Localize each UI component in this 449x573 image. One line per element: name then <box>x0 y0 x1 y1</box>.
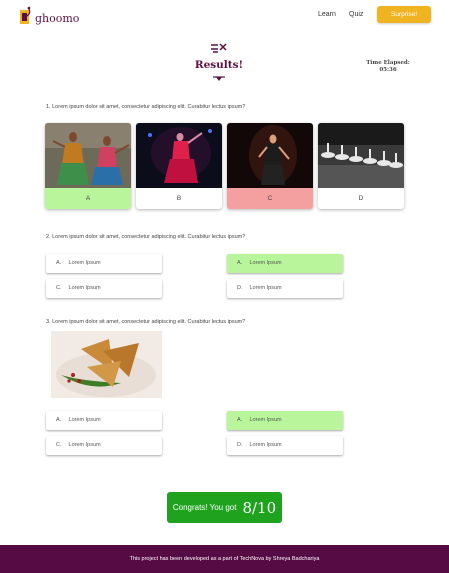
option-text: Lorem Ipsum <box>68 442 101 448</box>
option-text: Lorem Ipsum <box>249 417 282 423</box>
option-letter: A. <box>237 417 243 423</box>
question-3-text: 3. Lorem ipsum dolor sit amet, consectet… <box>46 319 246 325</box>
results-icon <box>211 43 227 53</box>
image-option-a[interactable]: A <box>45 123 131 209</box>
image-option-c[interactable]: C <box>227 123 313 209</box>
option-letter: A. <box>56 260 62 266</box>
time-elapsed-value: 05:36 <box>379 67 397 73</box>
image-option-label: D <box>358 195 364 202</box>
dance-photo-d <box>318 123 404 188</box>
time-elapsed-label: Time Elapsed: <box>366 60 410 66</box>
option-letter: A. <box>56 417 62 423</box>
option-text: Lorem Ipsum <box>249 260 282 266</box>
surprise-button[interactable]: Surprise! <box>377 6 431 23</box>
footer: This project has been developed as a par… <box>0 545 449 573</box>
score-banner: Congrats! You got 8/10 <box>167 492 282 523</box>
score-value: 8/10 <box>242 498 277 517</box>
option-text: Lorem Ipsum <box>68 285 101 291</box>
question-1-text: 1. Lorem ipsum dolor sit amet, consectet… <box>46 104 246 110</box>
time-elapsed: Time Elapsed: 05:36 <box>360 60 416 74</box>
q3-option-a[interactable]: A. Lorem Ipsum <box>46 411 162 430</box>
q3-option-c[interactable]: C. Lorem Ipsum <box>46 436 162 455</box>
dance-photo-c <box>227 123 313 188</box>
option-text: Lorem Ipsum <box>68 260 101 266</box>
nav-learn[interactable]: Learn <box>318 11 336 18</box>
nav-quiz[interactable]: Quiz <box>349 11 363 18</box>
caret-down-icon <box>213 76 225 81</box>
image-option-d[interactable]: D <box>318 123 404 209</box>
question-2-text: 2. Lorem ipsum dolor sit amet, consectet… <box>46 234 246 240</box>
option-letter: D. <box>237 442 243 448</box>
q2-option-a[interactable]: A. Lorem Ipsum <box>46 254 162 273</box>
option-text: Lorem Ipsum <box>68 417 101 423</box>
option-letter: D. <box>237 285 243 291</box>
option-letter: A. <box>237 260 243 266</box>
q3-option-d[interactable]: D. Lorem Ipsum <box>227 436 343 455</box>
image-option-label: B <box>176 195 182 202</box>
samosa-photo <box>51 331 162 398</box>
brand-name: ghoomo <box>35 11 80 25</box>
footer-text: This project has been developed as a par… <box>129 556 320 562</box>
image-option-b[interactable]: B <box>136 123 222 209</box>
image-option-label: A <box>45 188 131 209</box>
score-message: Congrats! You got <box>172 503 237 512</box>
option-text: Lorem Ipsum <box>249 442 282 448</box>
q2-option-b[interactable]: A. Lorem Ipsum <box>227 254 343 273</box>
q2-option-c[interactable]: C. Lorem Ipsum <box>46 279 162 298</box>
dance-photo-b <box>136 123 222 188</box>
q2-option-d[interactable]: D. Lorem Ipsum <box>227 279 343 298</box>
dance-photo-a <box>45 123 131 188</box>
q3-option-b[interactable]: A. Lorem Ipsum <box>227 411 343 430</box>
logo-icon <box>19 6 33 26</box>
option-text: Lorem Ipsum <box>249 285 282 291</box>
image-option-label: C <box>227 188 313 209</box>
brand-logo[interactable]: ghoomo <box>19 5 79 27</box>
option-letter: C. <box>56 442 62 448</box>
option-letter: C. <box>56 285 62 291</box>
